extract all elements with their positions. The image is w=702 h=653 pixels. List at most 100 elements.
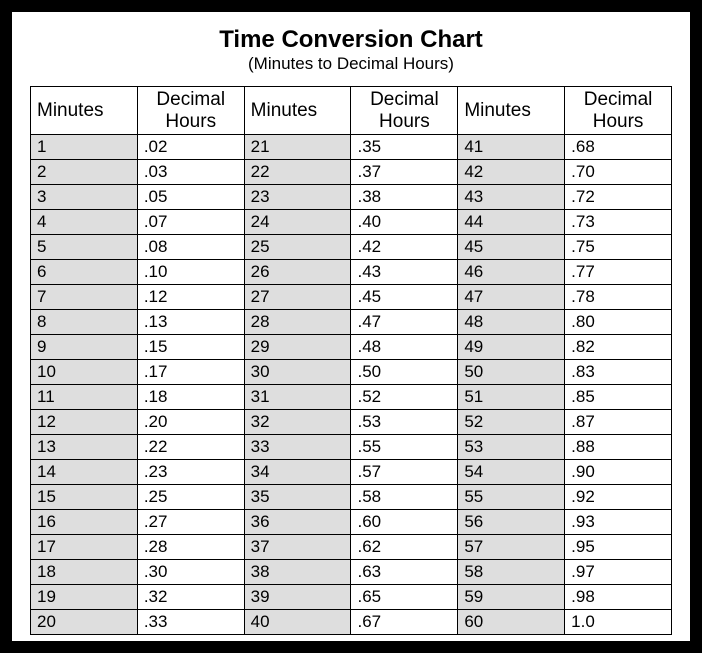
cell-minutes: 39: [244, 585, 351, 610]
cell-minutes: 59: [458, 585, 565, 610]
cell-minutes: 18: [31, 560, 138, 585]
cell-minutes: 14: [31, 460, 138, 485]
cell-decimal: .82: [565, 335, 672, 360]
cell-minutes: 25: [244, 235, 351, 260]
cell-minutes: 17: [31, 535, 138, 560]
table-row: 15.2535.5855.92: [31, 485, 672, 510]
table-row: 7.1227.4547.78: [31, 285, 672, 310]
cell-decimal: .70: [565, 160, 672, 185]
cell-minutes: 47: [458, 285, 565, 310]
cell-decimal: .48: [351, 335, 458, 360]
cell-minutes: 42: [458, 160, 565, 185]
col-minutes-2: Minutes: [244, 87, 351, 135]
cell-minutes: 36: [244, 510, 351, 535]
cell-decimal: .28: [137, 535, 244, 560]
cell-decimal: .10: [137, 260, 244, 285]
cell-decimal: .85: [565, 385, 672, 410]
cell-decimal: .67: [351, 610, 458, 635]
cell-decimal: .42: [351, 235, 458, 260]
cell-minutes: 13: [31, 435, 138, 460]
cell-minutes: 20: [31, 610, 138, 635]
cell-decimal: .23: [137, 460, 244, 485]
cell-minutes: 21: [244, 135, 351, 160]
cell-minutes: 52: [458, 410, 565, 435]
cell-decimal: .32: [137, 585, 244, 610]
cell-decimal: .38: [351, 185, 458, 210]
cell-minutes: 15: [31, 485, 138, 510]
cell-minutes: 3: [31, 185, 138, 210]
cell-decimal: .25: [137, 485, 244, 510]
cell-decimal: .63: [351, 560, 458, 585]
cell-decimal: .95: [565, 535, 672, 560]
cell-minutes: 4: [31, 210, 138, 235]
cell-decimal: .43: [351, 260, 458, 285]
cell-minutes: 41: [458, 135, 565, 160]
cell-minutes: 57: [458, 535, 565, 560]
cell-decimal: .97: [565, 560, 672, 585]
cell-decimal: .92: [565, 485, 672, 510]
cell-decimal: .03: [137, 160, 244, 185]
table-row: 13.2233.5553.88: [31, 435, 672, 460]
cell-minutes: 48: [458, 310, 565, 335]
table-row: 20.3340.67601.0: [31, 610, 672, 635]
cell-decimal: .57: [351, 460, 458, 485]
cell-decimal: .12: [137, 285, 244, 310]
cell-decimal: .88: [565, 435, 672, 460]
cell-decimal: .53: [351, 410, 458, 435]
cell-minutes: 60: [458, 610, 565, 635]
cell-minutes: 19: [31, 585, 138, 610]
cell-minutes: 38: [244, 560, 351, 585]
cell-minutes: 50: [458, 360, 565, 385]
cell-decimal: .58: [351, 485, 458, 510]
table-row: 5.0825.4245.75: [31, 235, 672, 260]
cell-decimal: .37: [351, 160, 458, 185]
cell-minutes: 51: [458, 385, 565, 410]
cell-minutes: 6: [31, 260, 138, 285]
cell-decimal: .87: [565, 410, 672, 435]
cell-minutes: 29: [244, 335, 351, 360]
table-row: 18.3038.6358.97: [31, 560, 672, 585]
chart-subtitle: (Minutes to Decimal Hours): [30, 54, 672, 74]
cell-decimal: .02: [137, 135, 244, 160]
cell-decimal: .90: [565, 460, 672, 485]
cell-decimal: .18: [137, 385, 244, 410]
cell-minutes: 34: [244, 460, 351, 485]
chart-frame: Time Conversion Chart (Minutes to Decima…: [0, 0, 702, 653]
cell-decimal: .65: [351, 585, 458, 610]
cell-minutes: 11: [31, 385, 138, 410]
table-row: 10.1730.5050.83: [31, 360, 672, 385]
cell-decimal: .68: [565, 135, 672, 160]
cell-decimal: .78: [565, 285, 672, 310]
cell-decimal: .13: [137, 310, 244, 335]
cell-minutes: 44: [458, 210, 565, 235]
table-row: 19.3239.6559.98: [31, 585, 672, 610]
cell-minutes: 2: [31, 160, 138, 185]
cell-decimal: .20: [137, 410, 244, 435]
cell-decimal: .07: [137, 210, 244, 235]
cell-decimal: .22: [137, 435, 244, 460]
cell-minutes: 22: [244, 160, 351, 185]
col-minutes-1: Minutes: [31, 87, 138, 135]
cell-minutes: 56: [458, 510, 565, 535]
cell-decimal: .08: [137, 235, 244, 260]
cell-decimal: .62: [351, 535, 458, 560]
cell-decimal: .72: [565, 185, 672, 210]
cell-decimal: .47: [351, 310, 458, 335]
col-decimal-2: DecimalHours: [351, 87, 458, 135]
cell-minutes: 54: [458, 460, 565, 485]
cell-minutes: 37: [244, 535, 351, 560]
cell-minutes: 46: [458, 260, 565, 285]
cell-decimal: .73: [565, 210, 672, 235]
cell-minutes: 9: [31, 335, 138, 360]
cell-minutes: 58: [458, 560, 565, 585]
cell-minutes: 33: [244, 435, 351, 460]
cell-minutes: 43: [458, 185, 565, 210]
cell-minutes: 27: [244, 285, 351, 310]
cell-minutes: 1: [31, 135, 138, 160]
cell-minutes: 49: [458, 335, 565, 360]
col-decimal-1: DecimalHours: [137, 87, 244, 135]
cell-decimal: .52: [351, 385, 458, 410]
cell-decimal: .05: [137, 185, 244, 210]
cell-minutes: 35: [244, 485, 351, 510]
cell-minutes: 26: [244, 260, 351, 285]
